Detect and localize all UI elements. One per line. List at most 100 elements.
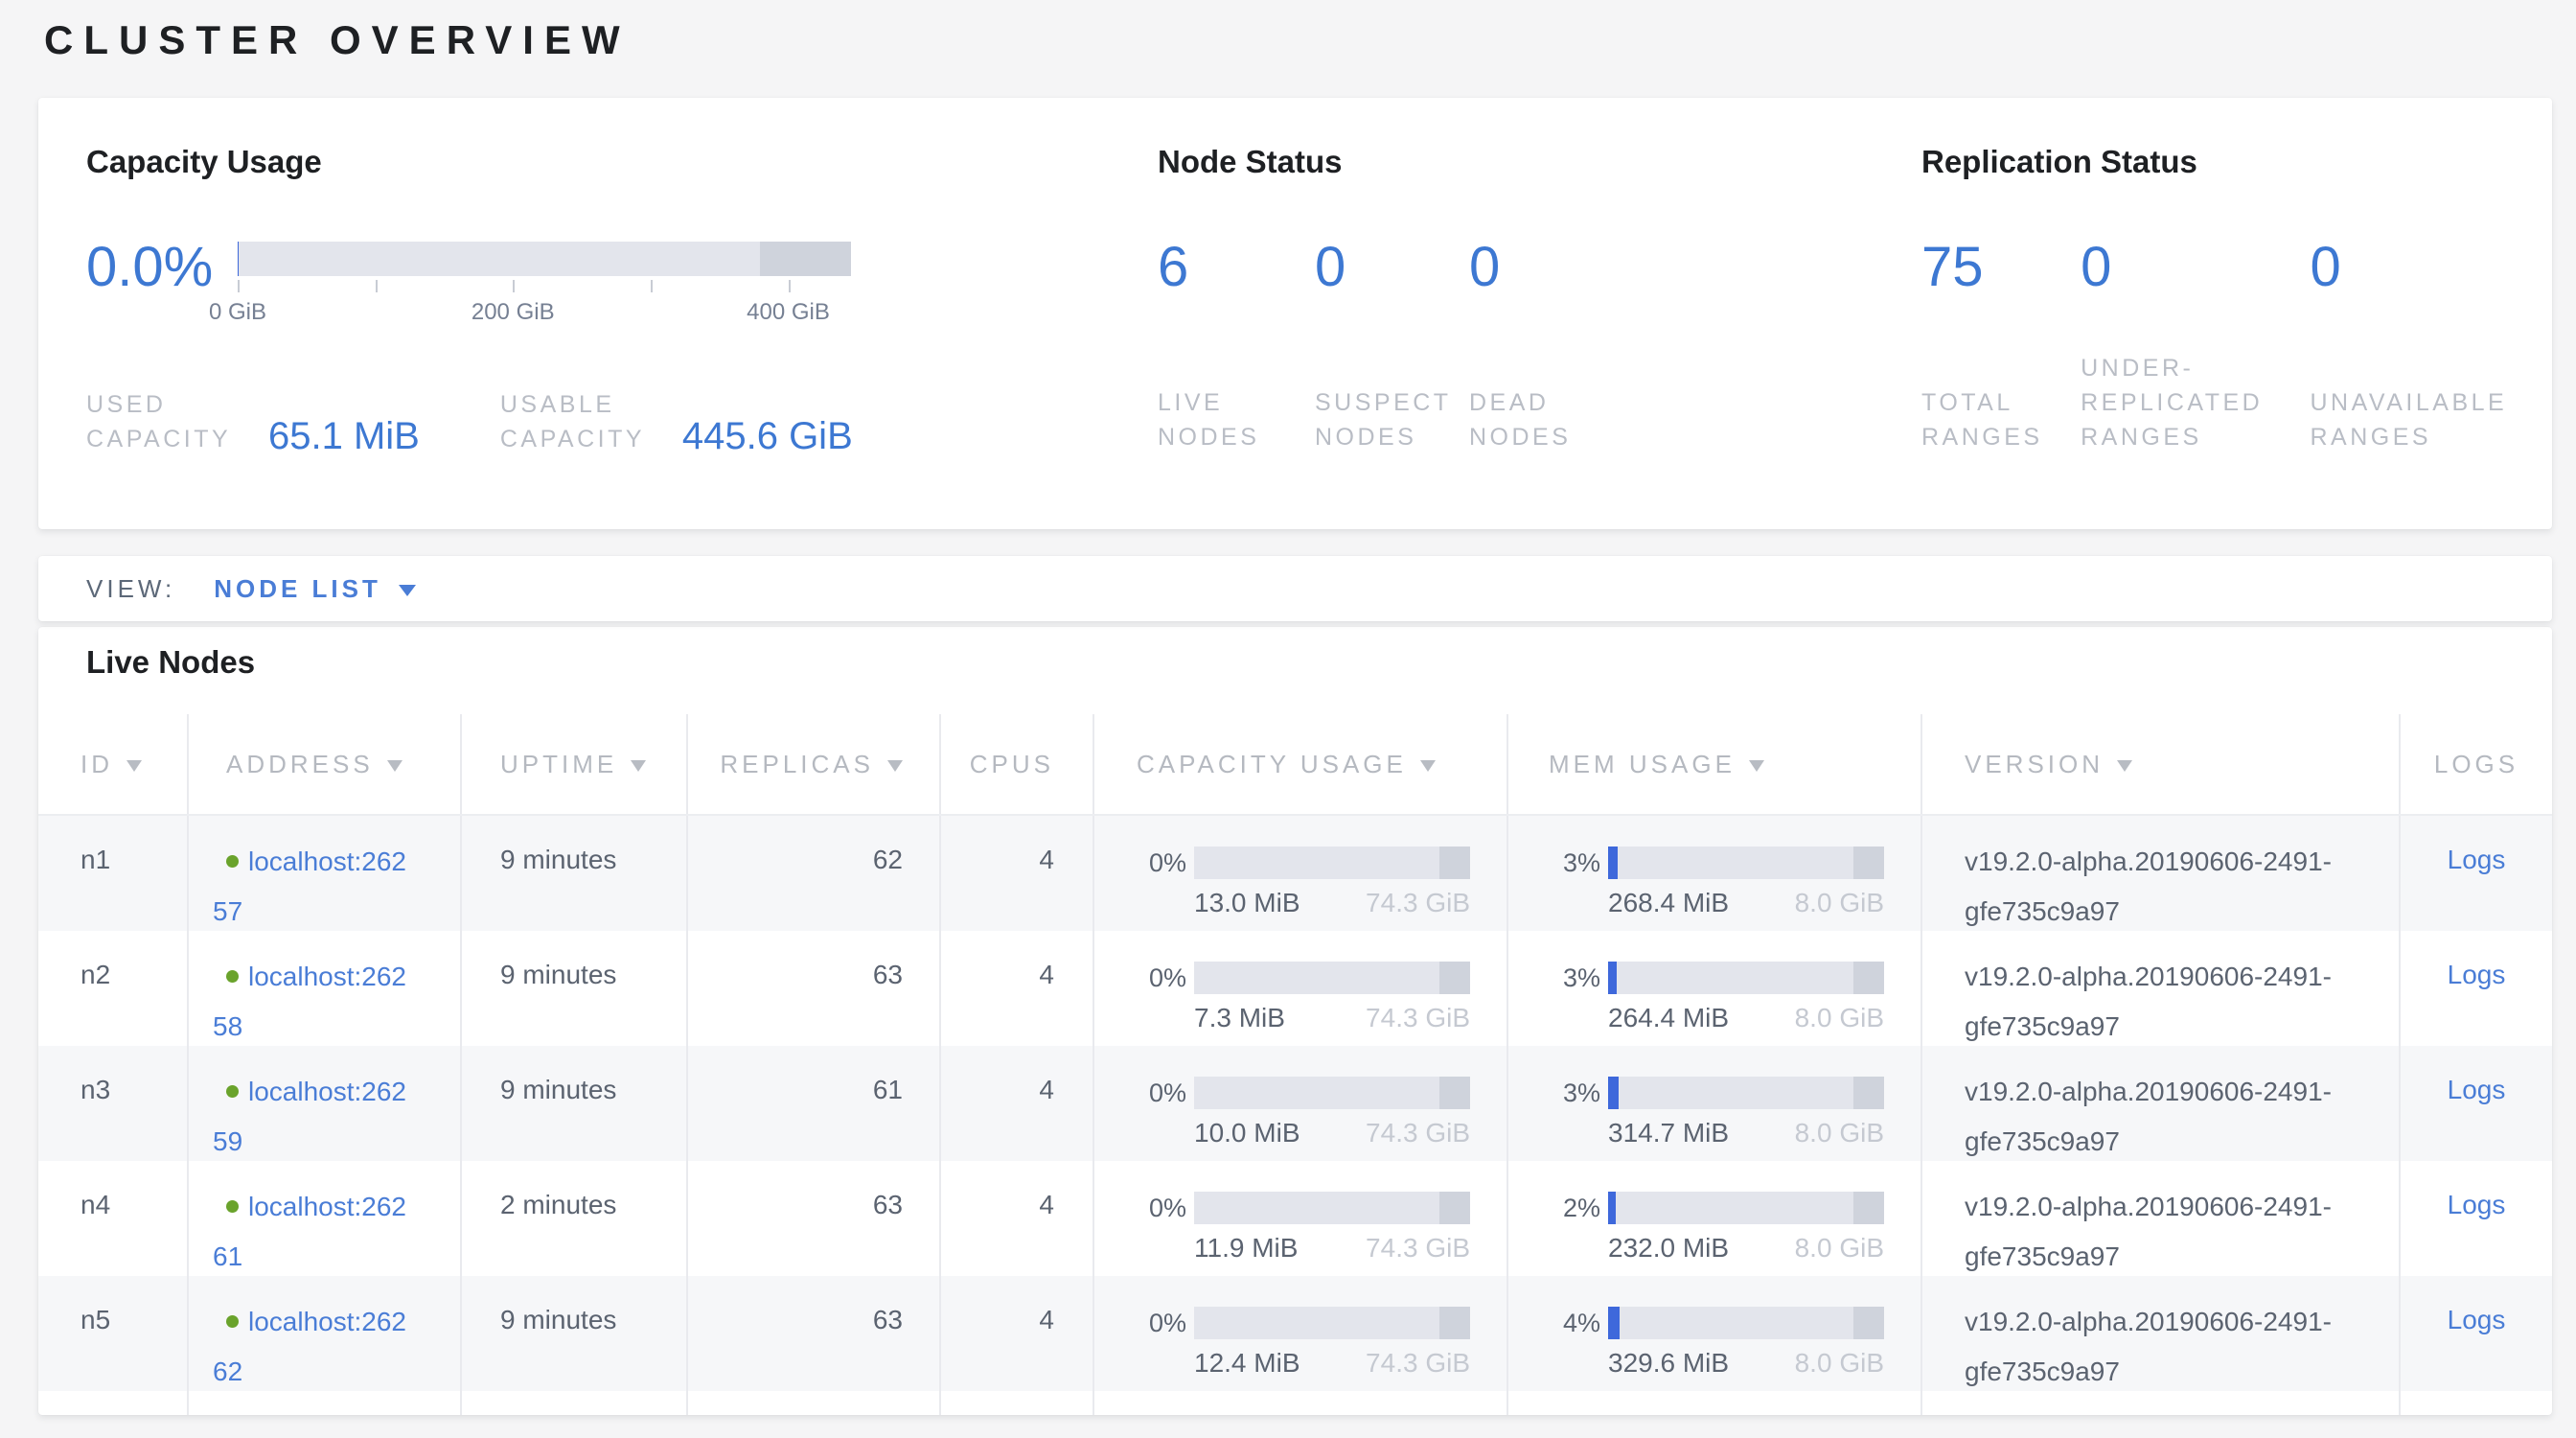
column-header-uptime[interactable]: UPTIME	[462, 714, 688, 814]
column-header-logs: LOGS	[2401, 714, 2552, 814]
usage-bar	[1194, 1077, 1470, 1109]
usage-bar	[1608, 1192, 1884, 1224]
total-ranges-label: TOTAL RANGES	[1921, 385, 2081, 454]
view-dropdown[interactable]: NODE LIST	[214, 574, 416, 604]
column-header-label: ID	[80, 750, 113, 779]
usage-total-value: 8.0 GiB	[1795, 1118, 1884, 1148]
table-row: n4localhost:262612 minutes6340%11.9 MiB7…	[38, 1161, 2552, 1276]
memory-usage-meter: 3%314.7 MiB8.0 GiB	[1537, 1077, 1884, 1148]
usage-used-value: 12.4 MiB	[1194, 1348, 1300, 1379]
cell-version: v19.2.0-alpha.20190606-2491-gfe735c9a97	[1922, 816, 2401, 931]
cell-logs: Logs	[2401, 1046, 2552, 1161]
logs-link[interactable]: Logs	[2448, 845, 2506, 874]
cell-capacity-usage: 0%12.4 MiB74.3 GiB	[1094, 1276, 1508, 1391]
usage-bar	[1194, 1307, 1470, 1339]
version-text: v19.2.0-alpha.20190606-2491-gfe735c9a97	[1965, 1297, 2375, 1391]
usage-used-value: 268.4 MiB	[1608, 888, 1729, 918]
column-header-label: REPLICAS	[720, 750, 874, 779]
under-replicated-ranges-count: 0	[2081, 238, 2310, 297]
cell-node-id: n3	[38, 1046, 189, 1161]
usage-bar-used-segment	[1608, 962, 1617, 994]
axis-label: 200 GiB	[472, 299, 555, 326]
usage-bar	[1608, 1077, 1884, 1109]
view-label: VIEW:	[86, 574, 175, 604]
cluster-summary-panel: Capacity Usage 0.0% 0 GiB 200 GiB	[38, 98, 2552, 529]
usage-bar-end-segment	[1439, 1077, 1470, 1109]
table-row-partial	[38, 1391, 2552, 1415]
usage-percent-label: 0%	[1123, 1077, 1186, 1109]
column-header-label: CAPACITY USAGE	[1137, 750, 1407, 779]
node-live-status-dot	[226, 855, 239, 868]
usage-bar-end-segment	[1439, 1307, 1470, 1339]
cell-address: localhost:26259	[189, 1046, 462, 1161]
address-link[interactable]: localhost:26261	[213, 1192, 406, 1271]
cell-replicas: 63	[688, 1276, 941, 1391]
logs-link[interactable]: Logs	[2448, 1190, 2506, 1219]
node-address: localhost:26261	[213, 1182, 409, 1276]
column-header-label: CPUS	[970, 750, 1054, 779]
cell-logs: Logs	[2401, 1276, 2552, 1391]
capacity-usage-card: Capacity Usage 0.0% 0 GiB 200 GiB	[86, 144, 1102, 456]
logs-link[interactable]: Logs	[2448, 1075, 2506, 1104]
used-capacity-label: USED CAPACITY	[86, 387, 255, 456]
usage-percent-label: 3%	[1537, 847, 1600, 879]
usage-total-value: 74.3 GiB	[1366, 1348, 1470, 1379]
usage-used-value: 329.6 MiB	[1608, 1348, 1729, 1379]
capacity-usage-title: Capacity Usage	[86, 144, 1102, 180]
used-capacity-value: 65.1 MiB	[268, 415, 420, 458]
column-header-cpus: CPUS	[941, 714, 1094, 814]
node-address: localhost:26262	[213, 1297, 409, 1391]
column-header-address[interactable]: ADDRESS	[189, 714, 462, 814]
cell-mem-usage: 3%314.7 MiB8.0 GiB	[1508, 1046, 1922, 1161]
empty-cell	[941, 1391, 1094, 1415]
capacity-usage-meter: 0%12.4 MiB74.3 GiB	[1123, 1307, 1470, 1379]
capacity-usage-meter: 0%11.9 MiB74.3 GiB	[1123, 1192, 1470, 1264]
column-header-capacity-usage[interactable]: CAPACITY USAGE	[1094, 714, 1508, 814]
empty-cell	[688, 1391, 941, 1415]
usage-total-value: 8.0 GiB	[1795, 888, 1884, 918]
node-live-status-dot	[226, 970, 239, 983]
empty-cell	[38, 1391, 189, 1415]
usage-used-value: 264.4 MiB	[1608, 1003, 1729, 1033]
column-header-mem-usage[interactable]: MEM USAGE	[1508, 714, 1922, 814]
memory-usage-meter: 2%232.0 MiB8.0 GiB	[1537, 1192, 1884, 1264]
column-header-replicas[interactable]: REPLICAS	[688, 714, 941, 814]
usage-percent-label: 0%	[1123, 847, 1186, 879]
usage-total-value: 74.3 GiB	[1366, 1233, 1470, 1264]
cell-replicas: 61	[688, 1046, 941, 1161]
cell-address: localhost:26261	[189, 1161, 462, 1276]
logs-link[interactable]: Logs	[2448, 960, 2506, 989]
usage-bar-end-segment	[1853, 847, 1884, 879]
replication-status-card: Replication Status 75 TOTAL RANGES 0 UND…	[1921, 144, 2535, 454]
empty-cell	[462, 1391, 688, 1415]
page-title: CLUSTER OVERVIEW	[44, 17, 631, 63]
usage-bar-used-segment	[1608, 1192, 1616, 1224]
table-header-row: ID ADDRESS UPTIME REPLICAS CPUS CAPACITY USAG…	[38, 714, 2552, 816]
logs-link[interactable]: Logs	[2448, 1305, 2506, 1334]
address-link[interactable]: localhost:26259	[213, 1077, 406, 1156]
usage-total-value: 8.0 GiB	[1795, 1003, 1884, 1033]
column-header-id[interactable]: ID	[38, 714, 189, 814]
cell-logs: Logs	[2401, 931, 2552, 1046]
cell-uptime: 9 minutes	[462, 931, 688, 1046]
empty-cell	[1508, 1391, 1922, 1415]
cell-version: v19.2.0-alpha.20190606-2491-gfe735c9a97	[1922, 1161, 2401, 1276]
usage-bar-used-segment	[1608, 847, 1618, 879]
unavailable-ranges-count: 0	[2311, 238, 2536, 297]
axis-tick	[651, 280, 653, 292]
node-status-title: Node Status	[1158, 144, 1886, 180]
table-row: n2localhost:262589 minutes6340%7.3 MiB74…	[38, 931, 2552, 1046]
cell-version: v19.2.0-alpha.20190606-2491-gfe735c9a97	[1922, 931, 2401, 1046]
column-header-label: MEM USAGE	[1549, 750, 1736, 779]
usage-bar-end-segment	[1439, 962, 1470, 994]
column-header-version[interactable]: VERSION	[1922, 714, 2401, 814]
address-link[interactable]: localhost:26262	[213, 1307, 406, 1386]
usage-used-value: 13.0 MiB	[1194, 888, 1300, 918]
address-link[interactable]: localhost:26258	[213, 962, 406, 1041]
memory-usage-meter: 4%329.6 MiB8.0 GiB	[1537, 1307, 1884, 1379]
column-header-label: UPTIME	[500, 750, 617, 779]
cell-cpus: 4	[941, 816, 1094, 931]
address-link[interactable]: localhost:26257	[213, 847, 406, 926]
version-text: v19.2.0-alpha.20190606-2491-gfe735c9a97	[1965, 952, 2375, 1046]
usage-bar	[1194, 1192, 1470, 1224]
